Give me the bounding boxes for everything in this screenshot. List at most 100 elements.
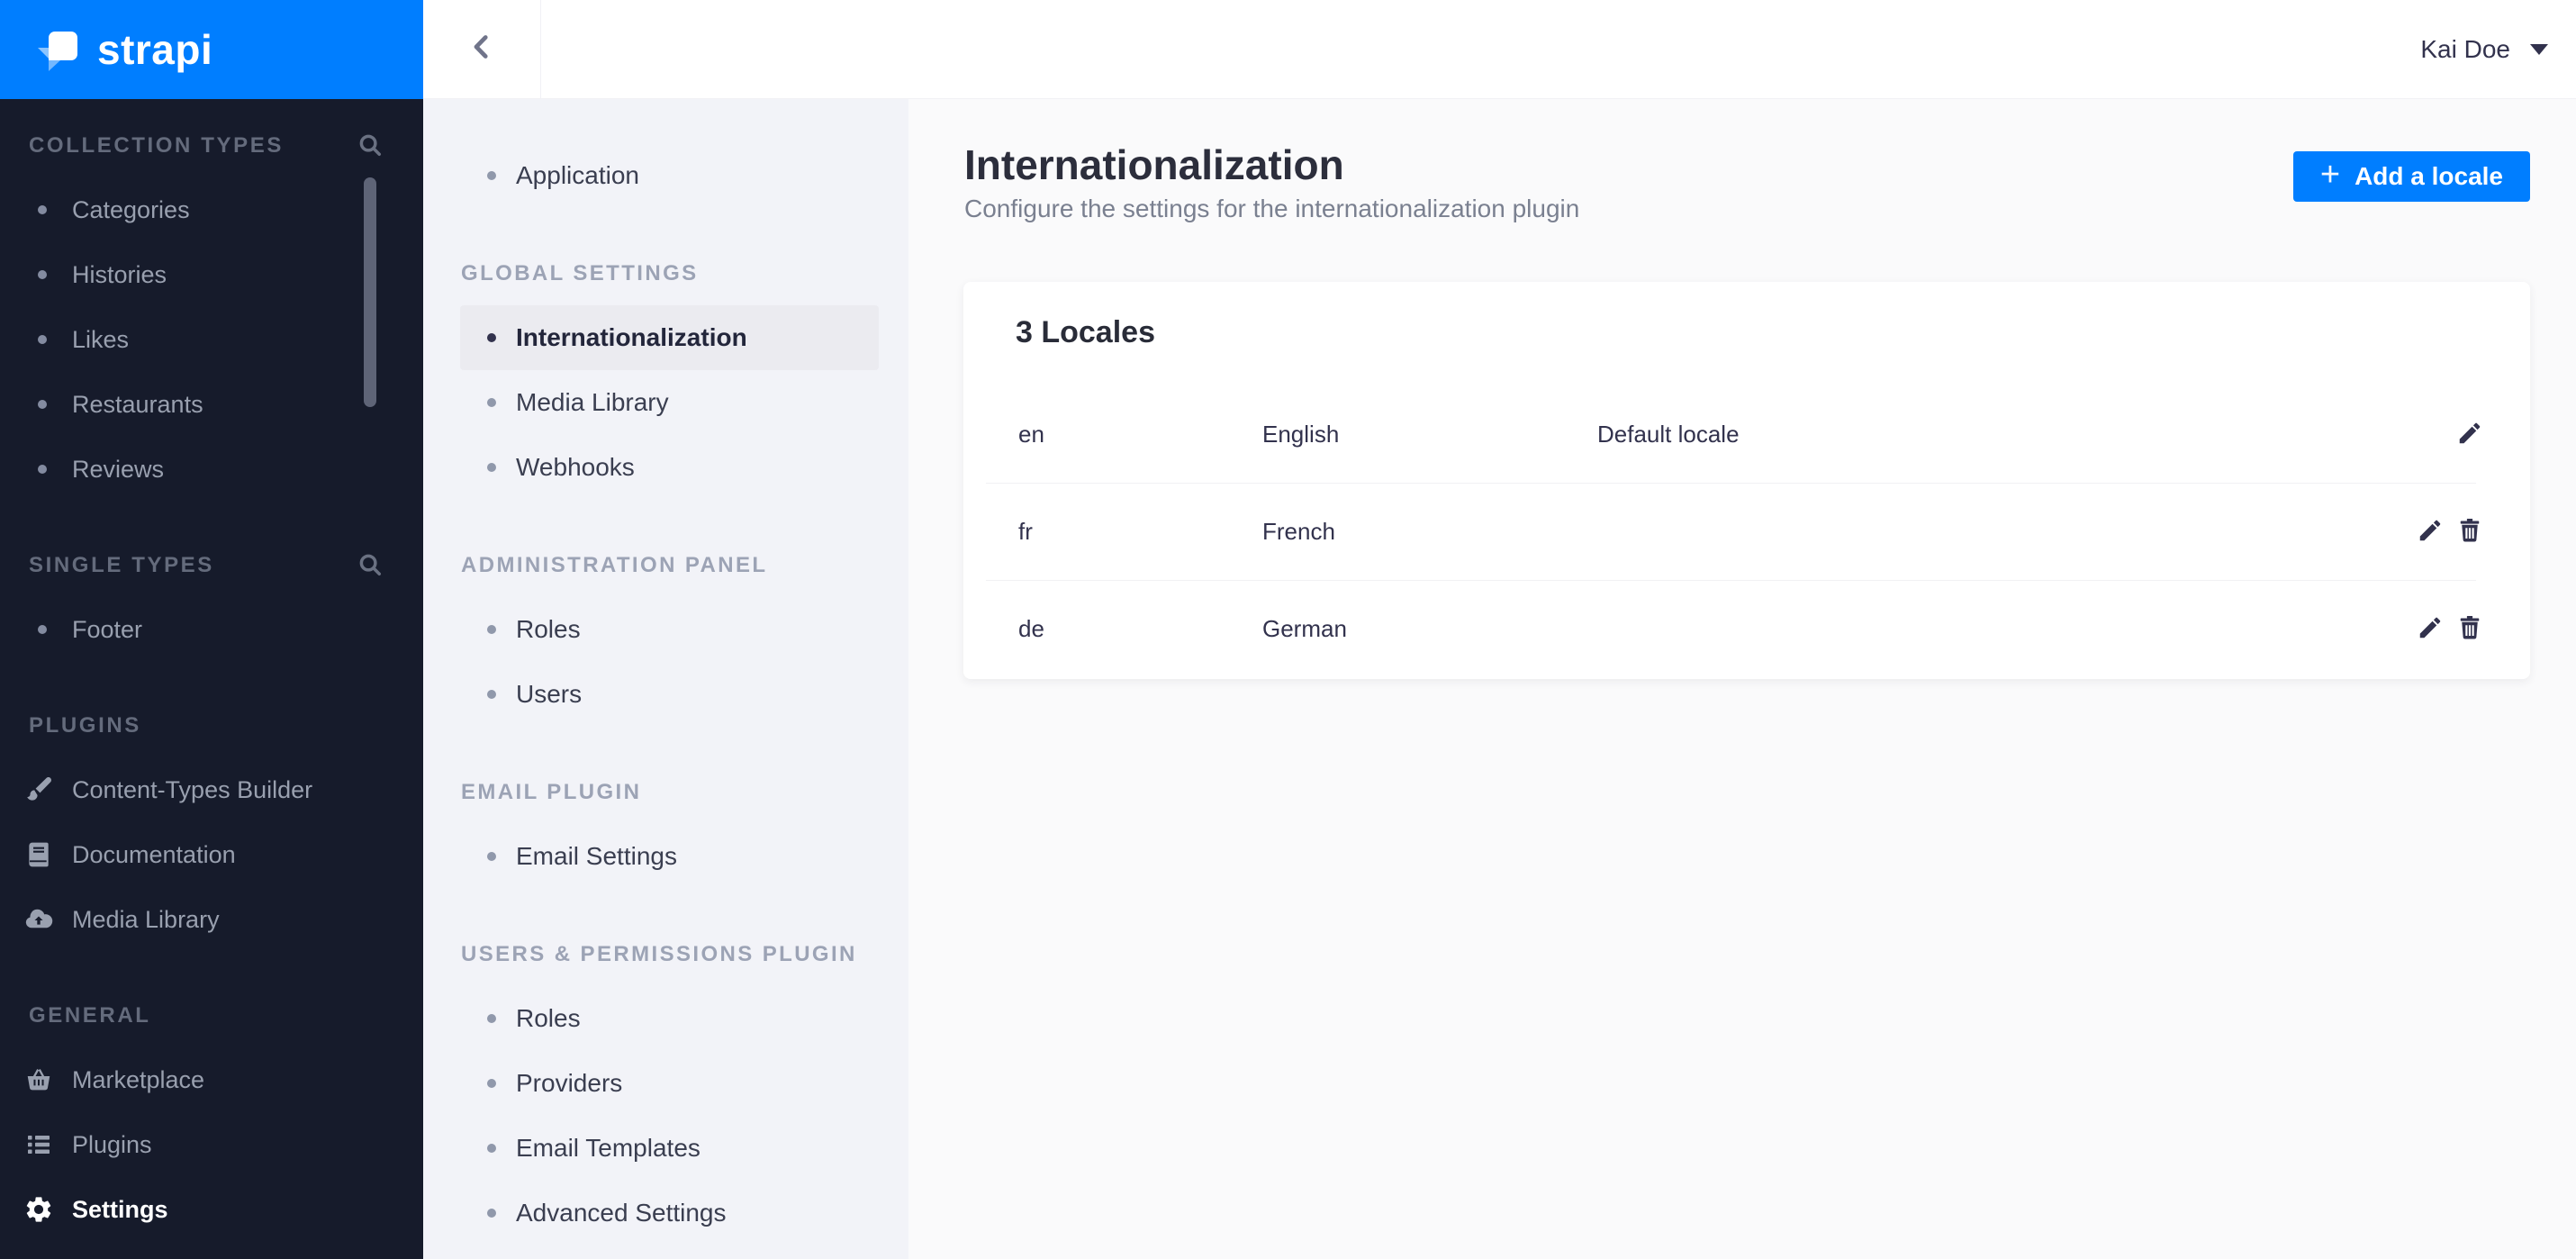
settings-item-advanced-settings[interactable]: Advanced Settings — [460, 1181, 879, 1245]
sidebar-item-label: Histories — [72, 260, 167, 288]
settings-item-roles[interactable]: Roles — [460, 597, 879, 662]
sidebar-item-label: Footer — [72, 615, 143, 643]
single-types-heading-label: SINGLE TYPES — [29, 553, 214, 577]
page-head: Internationalization Configure the setti… — [908, 99, 2576, 224]
table-row-en[interactable]: en English Default locale — [963, 386, 2530, 483]
settings-item-users[interactable]: Users — [460, 662, 879, 727]
sidebar-item-footer[interactable]: Footer — [0, 597, 423, 662]
section-single-types: SINGLE TYPES Footer — [0, 554, 423, 662]
chevron-left-icon — [465, 31, 498, 68]
settings-group-users-permissions-plugin: USERS & PERMISSIONS PLUGIN Roles Provide… — [423, 943, 908, 1245]
trash-icon — [2456, 517, 2483, 547]
sidebar-item-categories[interactable]: Categories — [0, 177, 423, 242]
bullet-icon — [38, 625, 47, 634]
sidebar-item-label: Likes — [72, 325, 130, 353]
collection-types-list: Categories Histories Likes Restaurants R… — [0, 177, 423, 502]
back-button[interactable] — [423, 0, 541, 98]
settings-group-administration-panel: ADMINISTRATION PANEL Roles Users — [423, 554, 908, 727]
brush-icon — [22, 773, 56, 807]
row-actions — [2417, 616, 2530, 643]
settings-item-providers[interactable]: Providers — [460, 1051, 879, 1116]
locale-name: French — [1262, 518, 1335, 545]
strapi-logo-icon — [38, 28, 81, 71]
settings-group-application: Application — [423, 143, 908, 208]
locale-name: German — [1262, 615, 1347, 642]
settings-item-internationalization[interactable]: Internationalization — [460, 305, 879, 370]
sidebar-item-label: Categories — [72, 195, 190, 223]
sidebar-item-likes[interactable]: Likes — [0, 307, 423, 372]
row-actions — [2417, 519, 2530, 546]
collection-types-heading: COLLECTION TYPES — [0, 134, 423, 158]
caret-down-icon — [2530, 43, 2548, 55]
search-icon[interactable] — [357, 551, 384, 578]
strapi-logo[interactable]: strapi — [0, 0, 423, 99]
plugins-heading: PLUGINS — [0, 714, 423, 738]
add-locale-button-label: Add a locale — [2355, 162, 2503, 190]
sidebar-item-restaurants[interactable]: Restaurants — [0, 372, 423, 437]
sidebar-item-plugins[interactable]: Plugins — [0, 1112, 423, 1177]
book-icon — [22, 838, 56, 872]
search-icon[interactable] — [357, 131, 384, 159]
sidebar-item-label: Documentation — [72, 840, 236, 868]
bullet-icon — [38, 335, 47, 344]
settings-group-email-plugin: EMAIL PLUGIN Email Settings — [423, 781, 908, 889]
settings-item-application[interactable]: Application — [460, 143, 879, 208]
sidebar-item-label: Content-Types Builder — [72, 775, 313, 803]
settings-sidebar: Application GLOBAL SETTINGS Internationa… — [423, 99, 908, 1259]
sidebar-item-content-types-builder[interactable]: Content-Types Builder — [0, 757, 423, 822]
user-name: Kai Doe — [2420, 34, 2510, 63]
sidebar-item-media-library[interactable]: Media Library — [0, 887, 423, 952]
single-types-list: Footer — [0, 597, 423, 662]
locale-name: English — [1262, 421, 1340, 448]
settings-item-email-settings[interactable]: Email Settings — [460, 824, 879, 889]
basket-icon — [22, 1063, 56, 1097]
edit-locale-button[interactable] — [2417, 519, 2444, 546]
single-types-heading: SINGLE TYPES — [0, 554, 423, 577]
sidebar-item-documentation[interactable]: Documentation — [0, 822, 423, 887]
section-general: GENERAL Marketplace Plugins Settings — [0, 1004, 423, 1242]
delete-locale-button[interactable] — [2456, 519, 2483, 546]
bullet-icon — [38, 400, 47, 409]
settings-item-email-templates[interactable]: Email Templates — [460, 1116, 879, 1181]
settings-item-label: Internationalization — [516, 323, 747, 351]
locale-code: de — [1018, 615, 1044, 642]
cloud-upload-icon — [22, 902, 56, 937]
settings-item-label: Providers — [516, 1069, 623, 1097]
settings-item-label: Advanced Settings — [516, 1199, 727, 1227]
user-menu[interactable]: Kai Doe — [2420, 0, 2548, 98]
settings-item-label: Roles — [516, 615, 581, 643]
edit-locale-button[interactable] — [2417, 616, 2444, 643]
sidebar-item-label: Marketplace — [72, 1065, 205, 1093]
locale-status: Default locale — [1597, 421, 1740, 448]
sidebar-item-marketplace[interactable]: Marketplace — [0, 1047, 423, 1112]
bullet-icon — [38, 205, 47, 214]
settings-item-media-library[interactable]: Media Library — [460, 370, 879, 435]
add-locale-button[interactable]: + Add a locale — [2292, 151, 2530, 202]
list-icon — [22, 1128, 56, 1162]
table-row-fr[interactable]: fr French — [963, 484, 2530, 580]
general-heading-label: GENERAL — [29, 1003, 151, 1028]
sidebar-item-settings[interactable]: Settings — [0, 1177, 423, 1242]
pencil-icon — [2417, 517, 2444, 547]
plugins-heading-label: PLUGINS — [29, 713, 141, 738]
pencil-icon — [2456, 420, 2483, 449]
locales-card-title: 3 Locales — [1016, 315, 1155, 349]
locale-code: en — [1018, 421, 1044, 448]
sidebar-item-label: Settings — [72, 1195, 168, 1223]
sidebar-item-reviews[interactable]: Reviews — [0, 437, 423, 502]
trash-icon — [2456, 614, 2483, 644]
locales-table: en English Default locale fr French de G… — [963, 386, 2530, 677]
locales-card: 3 Locales en English Default locale fr F… — [963, 282, 2530, 679]
table-row-de[interactable]: de German — [963, 581, 2530, 677]
sidebar-item-histories[interactable]: Histories — [0, 242, 423, 307]
sidebar-scrollbar-thumb[interactable] — [364, 177, 376, 407]
pencil-icon — [2417, 614, 2444, 644]
users-permissions-plugin-heading: USERS & PERMISSIONS PLUGIN — [461, 942, 857, 966]
delete-locale-button[interactable] — [2456, 616, 2483, 643]
sidebar-item-label: Plugins — [72, 1130, 152, 1158]
settings-item-webhooks[interactable]: Webhooks — [460, 435, 879, 500]
global-settings-heading: GLOBAL SETTINGS — [461, 261, 699, 285]
top-header: Kai Doe — [423, 0, 2576, 99]
edit-locale-button[interactable] — [2456, 421, 2483, 448]
settings-item-up-roles[interactable]: Roles — [460, 986, 879, 1051]
